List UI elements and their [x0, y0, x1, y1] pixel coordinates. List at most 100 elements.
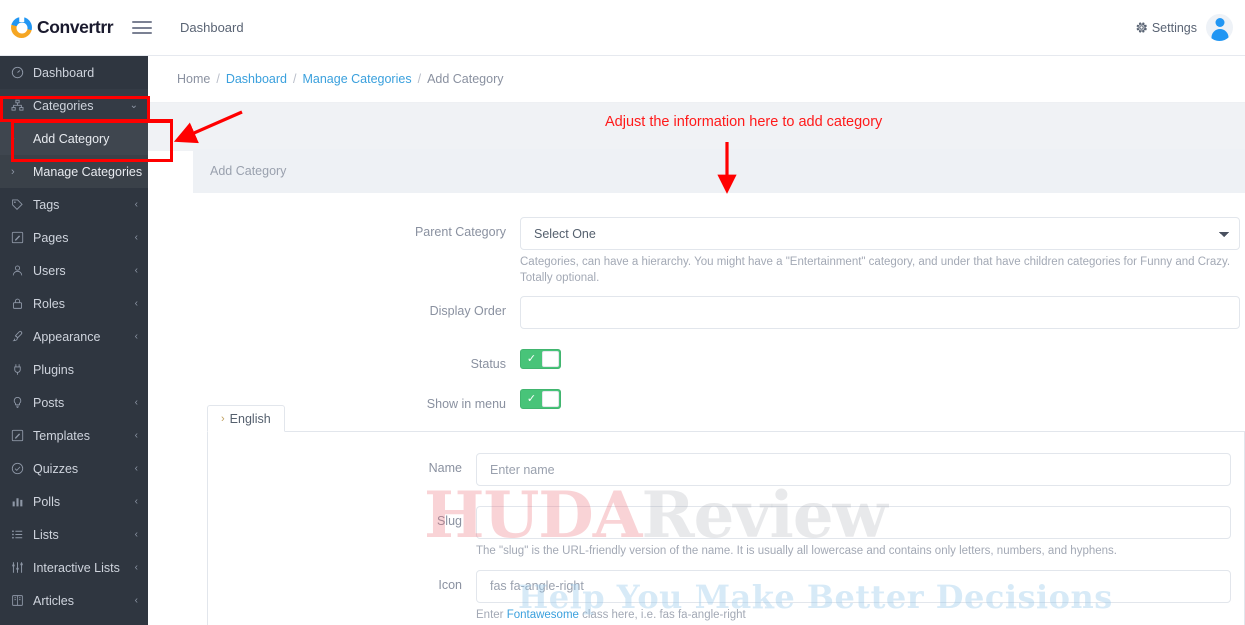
slug-label: Slug [436, 514, 462, 528]
edit-square-icon [11, 231, 28, 244]
check-icon: ✓ [526, 352, 537, 365]
tab-label: English [229, 411, 271, 426]
status-label: Status [470, 357, 506, 372]
name-input[interactable] [476, 453, 1231, 486]
sidebar: Dashboard Categories ⌄ › Add Category › … [0, 56, 148, 625]
chevron-left-icon: ‹ [134, 595, 138, 606]
sidebar-item-label: Polls [33, 494, 61, 509]
sidebar-item-users[interactable]: Users ‹ [0, 254, 148, 287]
sidebar-item-appearance[interactable]: Appearance ‹ [0, 320, 148, 353]
plug-icon [11, 363, 28, 376]
sidebar-item-label: Quizzes [33, 461, 79, 476]
sidebar-item-label: Templates [33, 428, 90, 443]
tab-english[interactable]: › English [207, 405, 285, 432]
lock-icon [11, 297, 28, 310]
app-root: Convertrr Dashboard Settings Dashboard C… [0, 0, 1245, 625]
parent-category-label: Parent Category [414, 225, 506, 239]
sidebar-item-label: Interactive Lists [33, 560, 120, 575]
chevron-right-icon: › [221, 412, 225, 425]
sidebar-item-polls[interactable]: Polls ‹ [0, 485, 148, 518]
icon-input[interactable] [476, 569, 1231, 603]
breadcrumb-dashboard[interactable]: Dashboard [226, 72, 287, 86]
breadcrumb-manage-categories[interactable]: Manage Categories [302, 72, 411, 86]
sidebar-item-label: Posts [33, 395, 65, 410]
chevron-left-icon: ‹ [134, 529, 138, 540]
sitemap-icon [11, 99, 28, 112]
field-display-order: Display Order [193, 296, 1245, 349]
breadcrumb-home[interactable]: Home [177, 72, 210, 86]
chevron-left-icon: ‹ [134, 496, 138, 507]
tab-strip: › English [207, 405, 1245, 432]
sidebar-item-label: Articles [33, 593, 74, 608]
icon-help: Enter Fontawesome class here, i.e. fas f… [476, 603, 1231, 625]
brand-logo[interactable]: Convertrr [0, 17, 118, 38]
icon-help-after: class here, i.e. fas fa-angle-right [578, 608, 746, 621]
page-title: Dashboard [180, 20, 244, 35]
book-icon [11, 594, 28, 607]
toggle-knob [542, 351, 559, 368]
field-name: Name [208, 453, 1244, 506]
hamburger-icon[interactable] [132, 18, 152, 38]
status-toggle[interactable]: ✓ [520, 349, 561, 370]
name-label: Name [428, 461, 462, 475]
sidebar-item-label: Dashboard [33, 65, 95, 80]
settings-button[interactable]: Settings [1135, 21, 1197, 35]
sidebar-item-label: Users [33, 263, 66, 278]
display-order-input[interactable] [520, 296, 1240, 330]
slug-input[interactable] [476, 506, 1231, 539]
display-order-label: Display Order [429, 304, 506, 319]
sidebar-item-articles[interactable]: Articles ‹ [0, 584, 148, 617]
sidebar-item-plugins[interactable]: Plugins [0, 353, 148, 386]
tag-icon [11, 198, 28, 211]
sidebar-item-lists[interactable]: Lists ‹ [0, 518, 148, 551]
sidebar-item-label: Plugins [33, 362, 74, 377]
tab-panel-english: Name Slug The "slug" is the URL-friendly… [207, 431, 1245, 625]
chevron-right-icon: › [11, 132, 15, 145]
parent-category-select[interactable]: Select One [520, 217, 1240, 250]
breadcrumb-separator: / [292, 72, 297, 86]
sidebar-item-label: Tags [33, 197, 60, 212]
top-bar-right: Settings [1135, 14, 1245, 41]
icon-help-before: Enter [476, 608, 507, 621]
card-body: Parent Category Select One Categories, c… [193, 193, 1245, 411]
gear-icon [1136, 22, 1147, 33]
annotation-band: Adjust the information here to add categ… [148, 103, 1245, 151]
breadcrumb: Home / Dashboard / Manage Categories / A… [148, 56, 1245, 103]
list-icon [11, 528, 28, 541]
sidebar-item-dashboard[interactable]: Dashboard [0, 56, 148, 89]
chevron-left-icon: ‹ [134, 562, 138, 573]
main-content: Home / Dashboard / Manage Categories / A… [148, 56, 1245, 625]
add-category-card: Add Category Parent Category Select One … [193, 149, 1245, 412]
fontawesome-link[interactable]: Fontawesome [507, 609, 579, 621]
language-tabs: › English Name Slug The "slug" is [207, 405, 1245, 625]
sidebar-item-categories[interactable]: Categories ⌄ [0, 89, 148, 122]
sliders-icon [11, 561, 28, 574]
chevron-left-icon: ‹ [134, 298, 138, 309]
sidebar-item-label: Roles [33, 296, 65, 311]
sidebar-item-roles[interactable]: Roles ‹ [0, 287, 148, 320]
sidebar-item-add-category[interactable]: › Add Category [0, 122, 148, 155]
annotation-headline: Adjust the information here to add categ… [605, 114, 883, 130]
sidebar-item-interactive-lists[interactable]: Interactive Lists ‹ [0, 551, 148, 584]
chevron-left-icon: ‹ [134, 232, 138, 243]
check-circle-icon [11, 462, 28, 475]
sidebar-item-posts[interactable]: Posts ‹ [0, 386, 148, 419]
bar-chart-icon [11, 495, 28, 508]
sidebar-item-tags[interactable]: Tags ‹ [0, 188, 148, 221]
chevron-down-icon: ⌄ [129, 100, 138, 111]
sidebar-item-manage-categories[interactable]: › Manage Categories [0, 155, 148, 188]
user-avatar-icon[interactable] [1206, 14, 1233, 41]
edit-square-icon [11, 429, 28, 442]
check-icon: ✓ [526, 392, 537, 405]
chevron-left-icon: ‹ [134, 331, 138, 342]
sidebar-item-pages[interactable]: Pages ‹ [0, 221, 148, 254]
chevron-left-icon: ‹ [134, 199, 138, 210]
slug-help: The "slug" is the URL-friendly version o… [476, 545, 1117, 557]
sidebar-item-label: Pages [33, 230, 69, 245]
convertrr-ring-icon [11, 17, 32, 38]
sidebar-item-label: Lists [33, 527, 59, 542]
sidebar-item-templates[interactable]: Templates ‹ [0, 419, 148, 452]
icon-label: Icon [438, 577, 462, 592]
sidebar-item-quizzes[interactable]: Quizzes ‹ [0, 452, 148, 485]
breadcrumb-separator: / [417, 72, 422, 86]
